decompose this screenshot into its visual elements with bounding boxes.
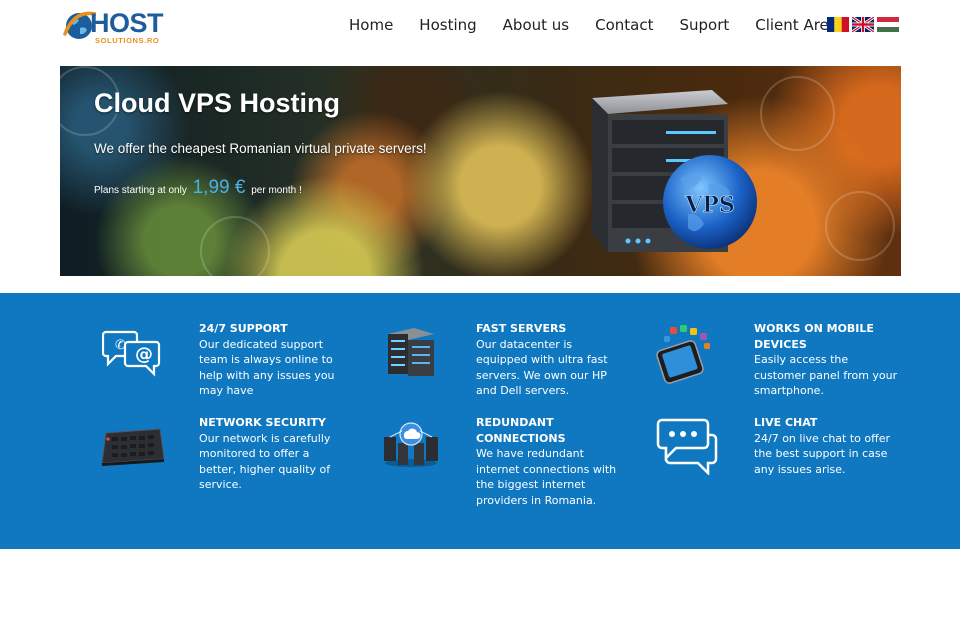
feature-title: LIVE CHAT (754, 416, 818, 429)
decorative-circle (200, 216, 270, 276)
server-rack-icon (388, 328, 434, 376)
hero-banner[interactable]: Cloud VPS Hosting We offer the cheapest … (60, 66, 901, 276)
feature-fast-servers: FAST SERVERS Our datacenter is equipped … (476, 321, 616, 399)
feature-title: FAST SERVERS (476, 322, 567, 335)
feature-text: We have redundant internet connections w… (476, 447, 617, 507)
smartphone-apps-icon (656, 325, 710, 384)
feature-support: 24/7 SUPPORT Our dedicated support team … (199, 321, 339, 399)
nav-contact[interactable]: Contact (595, 14, 653, 36)
price-value: 1,99 € (192, 177, 246, 198)
main-nav: Home Hosting About us Contact Suport Cli… (336, 14, 851, 36)
feature-title: 24/7 SUPPORT (199, 322, 288, 335)
feature-title: REDUNDANT CONNECTIONS (476, 416, 566, 445)
price-suffix: per month ! (251, 185, 302, 196)
language-flags (827, 17, 899, 32)
vps-server-icon: VPS (592, 90, 757, 252)
nav-about-us[interactable]: About us (503, 14, 569, 36)
live-chat-icon (656, 418, 718, 475)
banner-subtitle: We offer the cheapest Romanian virtual p… (94, 141, 427, 156)
feature-title: NETWORK SECURITY (199, 416, 327, 429)
site-logo[interactable]: HOST SOLUTIONS.RO (62, 8, 176, 45)
feature-live-chat: LIVE CHAT 24/7 on live chat to offer the… (754, 415, 894, 477)
feature-redundant-connections: REDUNDANT CONNECTIONS We have redundant … (476, 415, 621, 508)
feature-title: WORKS ON MOBILE DEVICES (754, 322, 874, 351)
banner-title: Cloud VPS Hosting (94, 88, 340, 118)
romania-flag-icon[interactable] (827, 17, 849, 32)
feature-text: Our network is carefully monitored to of… (199, 431, 331, 492)
feature-text: Our datacenter is equipped with ultra fa… (476, 337, 608, 398)
logo-subtext: SOLUTIONS.RO (95, 36, 160, 45)
feature-text: Easily access the customer panel from yo… (754, 353, 898, 397)
feature-network-security: NETWORK SECURITY Our network is carefull… (199, 415, 339, 493)
site-header: HOST SOLUTIONS.RO Home Hosting About us … (0, 0, 960, 55)
svg-text:✆: ✆ (115, 338, 126, 353)
decorative-circle (825, 191, 895, 261)
feature-mobile: WORKS ON MOBILE DEVICES Easily access th… (754, 321, 899, 399)
chat-email-icon: ✆ @ (102, 330, 161, 377)
nav-client-area[interactable]: Client Area (755, 14, 838, 36)
hungary-flag-icon[interactable] (877, 17, 899, 32)
nav-suport[interactable]: Suport (679, 14, 729, 36)
feature-text: Our dedicated support team is always onl… (199, 337, 335, 398)
feature-text: 24/7 on live chat to offer the best supp… (754, 431, 890, 476)
nav-home[interactable]: Home (349, 14, 393, 36)
price-prefix: Plans starting at only (94, 185, 187, 196)
features-section: ✆ @ 24/7 SUPPORT Our dedicated support t… (0, 293, 960, 549)
banner-price-line: Plans starting at only 1,99 € per month … (94, 177, 302, 199)
decorative-circle (760, 76, 835, 151)
uk-flag-icon[interactable] (852, 17, 874, 32)
vps-label: VPS (684, 192, 735, 218)
cloud-network-icon (384, 422, 438, 467)
nav-hosting[interactable]: Hosting (419, 14, 476, 36)
svg-text:@: @ (135, 344, 153, 365)
logo-text: HOST (90, 8, 164, 38)
network-switch-icon (101, 428, 165, 466)
